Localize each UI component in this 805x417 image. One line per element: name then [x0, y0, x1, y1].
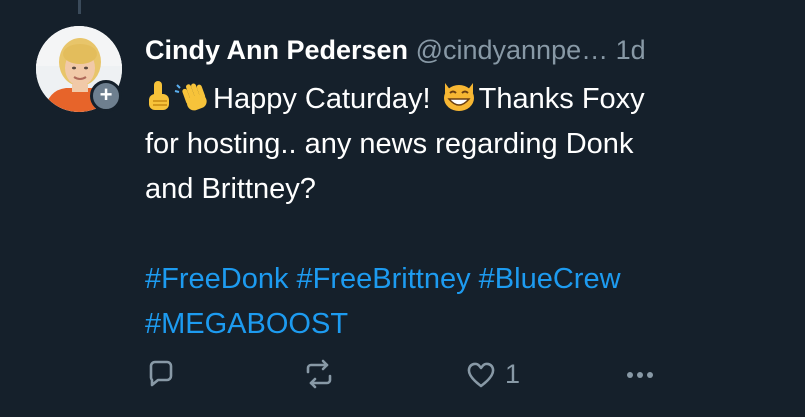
tweet-text-line-1: Happy Caturday! Thanks Foxy [145, 77, 785, 122]
more-options-button[interactable] [625, 352, 655, 396]
author-display-name[interactable]: Cindy Ann Pedersen [145, 35, 408, 65]
more-icon [627, 372, 653, 378]
hashtag-link[interactable]: #FreeBrittney [297, 263, 471, 295]
hashtag-link[interactable]: #FreeDonk [145, 263, 288, 295]
tweet-text-line-3: and Brittney? [145, 173, 316, 205]
tweet-text-line-2: for hosting.. any news regarding Donk [145, 128, 634, 160]
tweet-actions: 1 [145, 352, 685, 396]
tweet-timestamp[interactable]: 1d [616, 35, 646, 65]
avatar-container[interactable]: + [36, 26, 122, 112]
tweet-text-spacer [145, 212, 785, 257]
tweet-text-segment: Happy Caturday! [213, 83, 439, 115]
retweet-icon [306, 359, 332, 389]
follow-badge-plus-icon[interactable]: + [90, 80, 122, 112]
waving-hand-emoji [173, 79, 213, 127]
hashtag-line-1: #FreeDonk #FreeBrittney #BlueCrew [145, 257, 785, 302]
thread-connector-line [78, 0, 81, 14]
hashtag-line-2: #MEGABOOST [145, 302, 785, 347]
tweet-text-segment: Thanks Foxy [478, 83, 645, 115]
author-handle[interactable]: @cindyannpe… [416, 35, 609, 65]
like-button[interactable]: 1 [465, 352, 520, 396]
like-count: 1 [505, 358, 521, 389]
retweet-button[interactable] [303, 352, 335, 396]
hashtag-link[interactable]: #BlueCrew [479, 263, 621, 295]
tweet-header: Cindy Ann Pedersen @cindyannpe… 1d [145, 30, 785, 70]
point-up-emoji [145, 79, 173, 127]
reply-button[interactable] [145, 352, 177, 396]
tweet[interactable]: + Cindy Ann Pedersen @cindyannpe… 1d Hap… [0, 0, 805, 417]
heart-icon [467, 362, 495, 388]
hashtag-link[interactable]: #MEGABOOST [145, 308, 348, 340]
grinning-cat-emoji [439, 79, 479, 127]
reply-icon [149, 360, 173, 387]
tweet-body: Happy Caturday! Thanks Foxy for hosting.… [145, 77, 785, 347]
